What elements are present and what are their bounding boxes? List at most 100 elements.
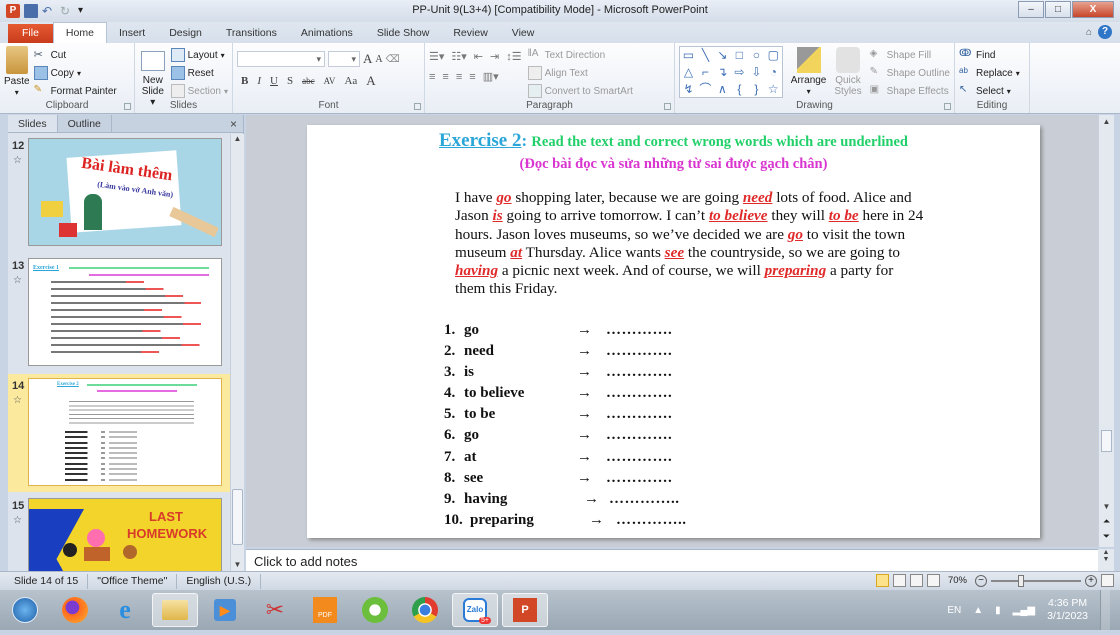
font-size-combo[interactable]: ▾ <box>328 51 360 67</box>
fit-to-window-icon[interactable] <box>1101 574 1114 587</box>
shape-option[interactable]: ⌐ <box>697 64 714 81</box>
shape-option[interactable]: ▭ <box>680 47 697 64</box>
tab-insert[interactable]: Insert <box>107 24 157 43</box>
taskbar-coccoc[interactable] <box>352 593 398 627</box>
tab-design[interactable]: Design <box>157 24 214 43</box>
paragraph-launcher[interactable] <box>664 103 671 110</box>
slide-thumbnail-13[interactable]: 13 ☆ Exercise 1 <box>8 254 230 372</box>
input-language[interactable]: EN <box>947 605 961 616</box>
notes-scrollbar[interactable]: ▲ ▼ <box>1098 549 1114 571</box>
tab-file[interactable]: File <box>8 24 53 43</box>
next-slide-button[interactable]: ⏷ <box>1099 531 1114 542</box>
reset-button[interactable]: Reset <box>170 64 228 82</box>
slide-scrollbar[interactable]: ▲ ▼ ⏶ ⏷ <box>1098 115 1114 547</box>
scroll-up-arrow[interactable]: ▲ <box>1099 117 1114 126</box>
shape-option[interactable]: ∧ <box>714 81 731 98</box>
shape-option[interactable]: ↯ <box>680 81 697 98</box>
taskbar-internet-explorer[interactable]: e <box>102 593 148 627</box>
shapes-gallery[interactable]: ▭ ╲ ↘ □ ○ ▢ △ ⌐ ↴ ⇨ ⇩ ◔ ↯ ⌒ ∧{} ☆ <box>679 46 783 98</box>
shadow-button[interactable]: S <box>287 75 293 87</box>
taskbar-media-player[interactable]: ▶ <box>202 593 248 627</box>
grow-font-button[interactable]: A <box>363 51 372 67</box>
shape-option[interactable]: ↘ <box>714 47 731 64</box>
numbering-icon[interactable]: ☷▾ <box>451 50 466 63</box>
tab-animations[interactable]: Animations <box>289 24 365 43</box>
exercise-title-link[interactable]: Exercise 2 <box>439 130 522 151</box>
select-button[interactable]: ↖ Select ▾ <box>959 82 1025 100</box>
taskbar-chrome[interactable] <box>402 593 448 627</box>
close-pane-icon[interactable]: × <box>230 117 237 131</box>
shape-option[interactable]: ╲ <box>697 47 714 64</box>
format-painter-button[interactable]: ✎ Format Painter <box>34 82 117 100</box>
shape-option[interactable]: { <box>731 81 748 98</box>
align-text-button[interactable]: Align Text <box>527 64 633 82</box>
normal-view-icon[interactable] <box>875 574 889 587</box>
shape-option[interactable]: ▢ <box>765 47 782 64</box>
clipboard-launcher[interactable] <box>124 103 131 110</box>
language-indicator[interactable]: English (U.S.) <box>177 573 262 589</box>
align-right-icon[interactable]: ≡ <box>456 71 462 83</box>
tab-transitions[interactable]: Transitions <box>214 24 289 43</box>
scroll-down-arrow[interactable]: ▼ <box>1099 502 1114 511</box>
battery-icon[interactable]: ▮ <box>995 605 1001 616</box>
scroll-down-arrow[interactable]: ▼ <box>231 560 244 569</box>
theme-name[interactable]: "Office Theme" <box>88 573 178 589</box>
slide-sorter-view-icon[interactable] <box>892 574 906 587</box>
start-button[interactable] <box>2 593 48 627</box>
replace-button[interactable]: ab Replace ▾ <box>959 64 1025 82</box>
notes-pane[interactable]: Click to add notes <box>246 549 1098 571</box>
zoom-slider[interactable] <box>991 574 1081 587</box>
justify-icon[interactable]: ≡ <box>469 71 475 83</box>
scroll-up-arrow[interactable]: ▲ <box>231 134 244 143</box>
show-desktop-button[interactable] <box>1100 590 1110 630</box>
align-left-icon[interactable]: ≡ <box>429 71 435 83</box>
taskbar-file-explorer[interactable] <box>152 593 198 627</box>
character-spacing-button[interactable]: AV <box>324 76 336 86</box>
thumbnails-scrollbar[interactable]: ▲ ▼ <box>230 134 244 571</box>
font-color-button[interactable]: A <box>366 73 375 89</box>
slide-thumbnail-15[interactable]: 15 ☆ LAST HOMEWORK <box>8 494 230 571</box>
zoom-in-button[interactable]: + <box>1085 574 1097 587</box>
font-launcher[interactable] <box>414 103 421 110</box>
scroll-thumb[interactable] <box>1101 430 1112 452</box>
increase-indent-icon[interactable]: ⇥ <box>490 50 499 63</box>
clock[interactable]: 4:36 PM 3/1/2023 <box>1047 597 1088 623</box>
tab-view[interactable]: View <box>500 24 547 43</box>
taskbar-powerpoint[interactable]: P <box>502 593 548 627</box>
shape-option[interactable]: □ <box>731 47 748 64</box>
columns-icon[interactable]: ▥▾ <box>483 70 499 83</box>
taskbar-foxit-pdf[interactable]: PDF <box>302 593 348 627</box>
shape-option[interactable]: ⇨ <box>731 64 748 81</box>
clear-formatting-icon[interactable]: ⌫ <box>386 54 400 65</box>
taskbar-snipping-tool[interactable]: ✂ <box>252 593 298 627</box>
bullets-icon[interactable]: ☰▾ <box>429 50 444 63</box>
help-icon[interactable]: ? <box>1098 25 1112 39</box>
tab-review[interactable]: Review <box>441 24 499 43</box>
tab-slides[interactable]: Slides <box>8 115 58 132</box>
minimize-ribbon-icon[interactable]: ⌂ <box>1086 27 1092 38</box>
shape-outline-button[interactable]: ✎ Shape Outline <box>870 64 950 82</box>
find-button[interactable]: ↂ Find <box>959 46 1025 64</box>
shrink-font-button[interactable]: A <box>375 54 382 65</box>
shape-option[interactable]: ⇩ <box>748 64 765 81</box>
tab-slide-show[interactable]: Slide Show <box>365 24 442 43</box>
taskbar-zalo[interactable]: Zalo 5+ <box>452 593 498 627</box>
text-direction-button[interactable]: ‖A Text Direction <box>528 46 633 64</box>
shape-option[interactable]: ◔ <box>765 64 782 81</box>
change-case-button[interactable]: Aa <box>344 75 357 87</box>
zoom-slider-thumb[interactable] <box>1018 574 1024 587</box>
slide-show-view-icon[interactable] <box>926 574 940 587</box>
bold-button[interactable]: B <box>241 75 248 87</box>
decrease-indent-icon[interactable]: ⇤ <box>474 50 483 63</box>
shape-option[interactable]: △ <box>680 64 697 81</box>
underline-button[interactable]: U <box>270 75 278 87</box>
zoom-level[interactable]: 70% <box>948 575 967 586</box>
strikethrough-button[interactable]: abc <box>302 76 315 86</box>
shape-option[interactable]: ↴ <box>714 64 731 81</box>
maximize-button[interactable]: □ <box>1045 1 1071 18</box>
font-name-combo[interactable]: ▾ <box>237 51 325 67</box>
section-button[interactable]: Section ▾ <box>170 82 228 100</box>
minimize-button[interactable]: – <box>1018 1 1044 18</box>
shape-fill-button[interactable]: ◈ Shape Fill <box>870 46 950 64</box>
tab-outline[interactable]: Outline <box>58 115 112 132</box>
